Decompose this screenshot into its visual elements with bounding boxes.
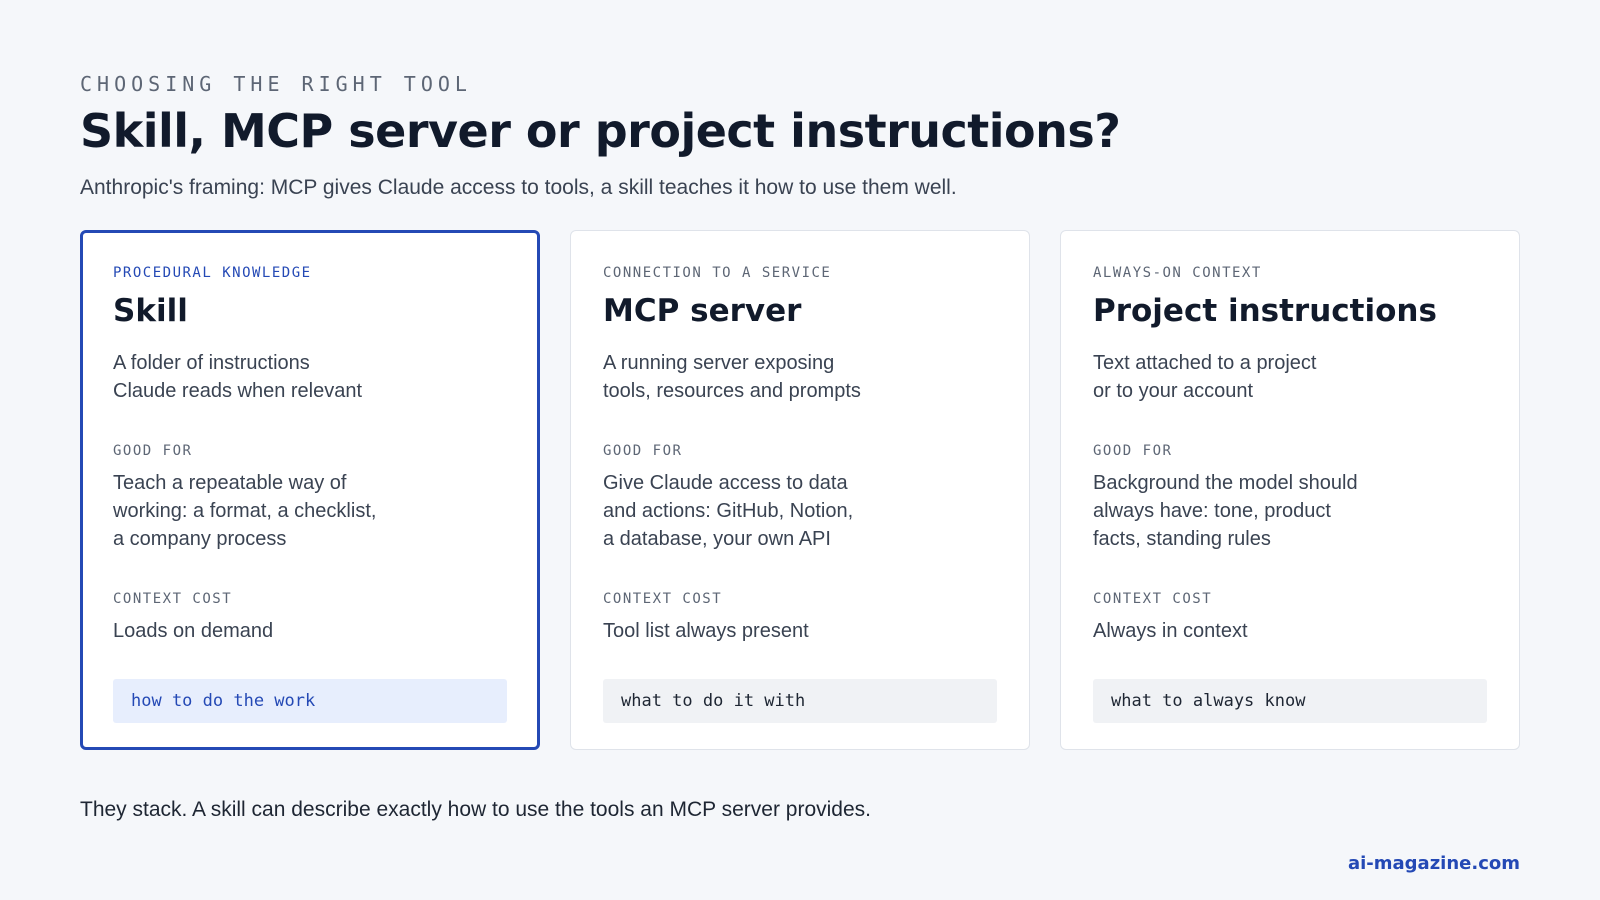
good-for-label: GOOD FOR bbox=[113, 443, 193, 459]
card-project-instructions: ALWAYS-ON CONTEXT Project instructions T… bbox=[1060, 230, 1520, 750]
description-line: or to your account bbox=[1093, 380, 1254, 402]
good-for-line: a company process bbox=[113, 528, 287, 550]
card-kicker: ALWAYS-ON CONTEXT bbox=[1093, 265, 1262, 281]
description-line: A folder of instructions bbox=[113, 352, 310, 374]
good-for-text: Teach a repeatable way of working: a for… bbox=[113, 469, 376, 553]
good-for-line: and actions: GitHub, Notion, bbox=[603, 500, 854, 522]
context-cost-label: CONTEXT COST bbox=[1093, 591, 1213, 607]
page-title: Skill, MCP server or project instruction… bbox=[80, 104, 1121, 158]
card-description: Text attached to a project or to your ac… bbox=[1093, 349, 1316, 405]
good-for-line: always have: tone, product bbox=[1093, 500, 1331, 522]
good-for-label: GOOD FOR bbox=[1093, 443, 1173, 459]
eyebrow: CHOOSING THE RIGHT TOOL bbox=[80, 72, 472, 96]
good-for-text: Background the model should always have:… bbox=[1093, 469, 1358, 553]
good-for-text: Give Claude access to data and actions: … bbox=[603, 469, 853, 553]
context-cost-value: Tool list always present bbox=[603, 620, 809, 642]
card-name: Skill bbox=[113, 293, 188, 329]
card-description: A folder of instructions Claude reads wh… bbox=[113, 349, 362, 405]
card-kicker: CONNECTION TO A SERVICE bbox=[603, 265, 832, 281]
card-mcp-server: CONNECTION TO A SERVICE MCP server A run… bbox=[570, 230, 1030, 750]
description-line: tools, resources and prompts bbox=[603, 380, 861, 402]
context-cost-label: CONTEXT COST bbox=[603, 591, 723, 607]
good-for-line: Teach a repeatable way of bbox=[113, 472, 347, 494]
description-line: A running server exposing bbox=[603, 352, 835, 374]
card-description: A running server exposing tools, resourc… bbox=[603, 349, 861, 405]
good-for-line: a database, your own API bbox=[603, 528, 831, 550]
good-for-line: facts, standing rules bbox=[1093, 528, 1271, 550]
card-name: Project instructions bbox=[1093, 293, 1437, 329]
brand-link[interactable]: ai-magazine.com bbox=[1348, 853, 1520, 874]
good-for-line: working: a format, a checklist, bbox=[113, 500, 377, 522]
context-cost-value: Always in context bbox=[1093, 620, 1248, 642]
summary-tag: how to do the work bbox=[113, 679, 507, 723]
footnote: They stack. A skill can describe exactly… bbox=[80, 798, 871, 821]
summary-tag: what to do it with bbox=[603, 679, 997, 723]
context-cost-value: Loads on demand bbox=[113, 620, 274, 642]
description-line: Text attached to a project bbox=[1093, 352, 1317, 374]
slide: CHOOSING THE RIGHT TOOL Skill, MCP serve… bbox=[0, 0, 1600, 900]
card-name: MCP server bbox=[603, 293, 802, 329]
card-kicker: PROCEDURAL KNOWLEDGE bbox=[113, 265, 312, 281]
good-for-label: GOOD FOR bbox=[603, 443, 683, 459]
good-for-line: Give Claude access to data bbox=[603, 472, 848, 494]
context-cost-label: CONTEXT COST bbox=[113, 591, 233, 607]
good-for-line: Background the model should bbox=[1093, 472, 1358, 494]
description-line: Claude reads when relevant bbox=[113, 380, 363, 402]
card-skill: PROCEDURAL KNOWLEDGE Skill A folder of i… bbox=[80, 230, 540, 750]
subtitle: Anthropic's framing: MCP gives Claude ac… bbox=[80, 176, 957, 199]
summary-tag: what to always know bbox=[1093, 679, 1487, 723]
